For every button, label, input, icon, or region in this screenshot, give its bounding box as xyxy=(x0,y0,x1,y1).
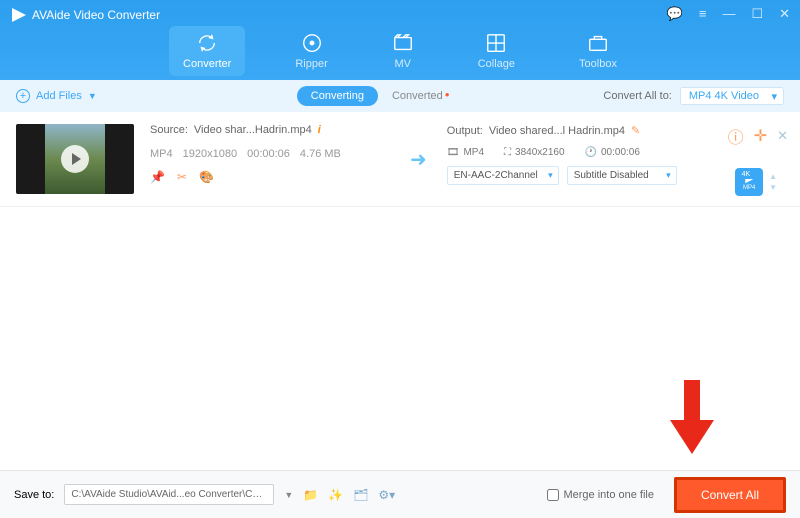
quality-badge: 4K xyxy=(739,170,754,179)
collage-icon xyxy=(485,32,507,54)
output-label: Output: xyxy=(447,125,483,137)
file-row: Source: Video shar...Hadrin.mp4 i MP4 19… xyxy=(0,112,800,207)
video-thumbnail[interactable] xyxy=(16,124,134,194)
add-files-button[interactable]: + Add Files ▼ xyxy=(16,89,97,103)
badge-dot: ● xyxy=(445,90,450,99)
path-dropdown-icon[interactable]: ▼ xyxy=(284,490,293,500)
source-container: MP4 xyxy=(150,148,173,160)
compress-icon[interactable]: ✛ xyxy=(754,126,767,146)
source-resolution: 1920x1080 xyxy=(183,148,237,160)
cut-icon[interactable]: ✂ xyxy=(177,170,187,184)
subtitle-select[interactable]: Subtitle Disabled xyxy=(567,166,677,185)
clock-icon: 🕐 xyxy=(585,147,597,158)
merge-checkbox[interactable]: Merge into one file xyxy=(547,489,654,501)
palette-icon[interactable]: 🎨 xyxy=(199,170,214,184)
open-folder-icon[interactable]: 📁 xyxy=(303,488,318,502)
nav-collage[interactable]: Collage xyxy=(464,26,529,76)
app-title-text: AVAide Video Converter xyxy=(32,8,160,22)
menu-icon[interactable]: ≡ xyxy=(699,6,707,22)
nav-toolbox[interactable]: Toolbox xyxy=(565,26,631,76)
source-filename: Video shar...Hadrin.mp4 xyxy=(194,124,312,136)
nav-mv[interactable]: MV xyxy=(378,26,428,76)
plus-icon: + xyxy=(16,89,30,103)
mv-icon xyxy=(392,32,414,54)
settings-icon[interactable]: ⚙▾ xyxy=(378,488,395,502)
output-format-select[interactable]: MP4 4K Video xyxy=(680,87,784,105)
row-info-icon[interactable]: ⓘ xyxy=(728,124,744,148)
tab-converted[interactable]: Converted● xyxy=(378,86,464,106)
source-size: 4.76 MB xyxy=(300,148,341,160)
output-filename: Video shared...l Hadrin.mp4 xyxy=(489,125,625,137)
move-up-icon[interactable]: ▲ xyxy=(769,172,777,181)
chevron-down-icon: ▼ xyxy=(88,91,97,101)
play-icon[interactable] xyxy=(61,145,89,173)
enhance-icon[interactable]: ✨ xyxy=(328,488,343,502)
tab-converting[interactable]: Converting xyxy=(297,86,378,106)
arrow-right-icon: ➜ xyxy=(410,147,427,172)
info-icon[interactable]: i xyxy=(318,124,321,136)
nav-converter[interactable]: Converter xyxy=(169,26,245,76)
task-list-icon[interactable]: 🗂 xyxy=(353,488,368,502)
nav-ripper[interactable]: Ripper xyxy=(281,26,341,76)
ripper-icon xyxy=(301,32,323,54)
remove-row-icon[interactable]: ✕ xyxy=(777,128,788,144)
toolbox-icon xyxy=(587,32,609,54)
save-to-label: Save to: xyxy=(14,489,54,501)
maximize-icon[interactable]: ☐ xyxy=(751,6,763,22)
move-down-icon[interactable]: ▼ xyxy=(769,183,777,192)
source-label: Source: xyxy=(150,124,188,136)
feedback-icon[interactable]: 💬 xyxy=(667,6,683,22)
app-logo-icon xyxy=(12,8,26,22)
save-path-input[interactable]: C:\AVAide Studio\AVAid...eo Converter\Co… xyxy=(64,484,274,505)
film-icon: 🎞 xyxy=(447,147,460,158)
minimize-icon[interactable]: — xyxy=(722,6,735,22)
converter-icon xyxy=(196,32,218,54)
expand-icon: ⛶ xyxy=(504,147,511,158)
pin-icon[interactable]: 📌 xyxy=(150,170,165,184)
merge-checkbox-input[interactable] xyxy=(547,489,559,501)
close-icon[interactable]: ✕ xyxy=(779,6,790,22)
convert-all-button[interactable]: Convert All xyxy=(674,477,786,513)
audio-track-select[interactable]: EN-AAC-2Channel xyxy=(447,166,559,185)
convert-all-to-label: Convert All to: xyxy=(603,90,671,102)
edit-icon[interactable]: ✎ xyxy=(631,124,640,137)
annotation-arrow xyxy=(670,380,714,454)
app-title: AVAide Video Converter xyxy=(12,8,160,22)
source-duration: 00:00:06 xyxy=(247,148,290,160)
